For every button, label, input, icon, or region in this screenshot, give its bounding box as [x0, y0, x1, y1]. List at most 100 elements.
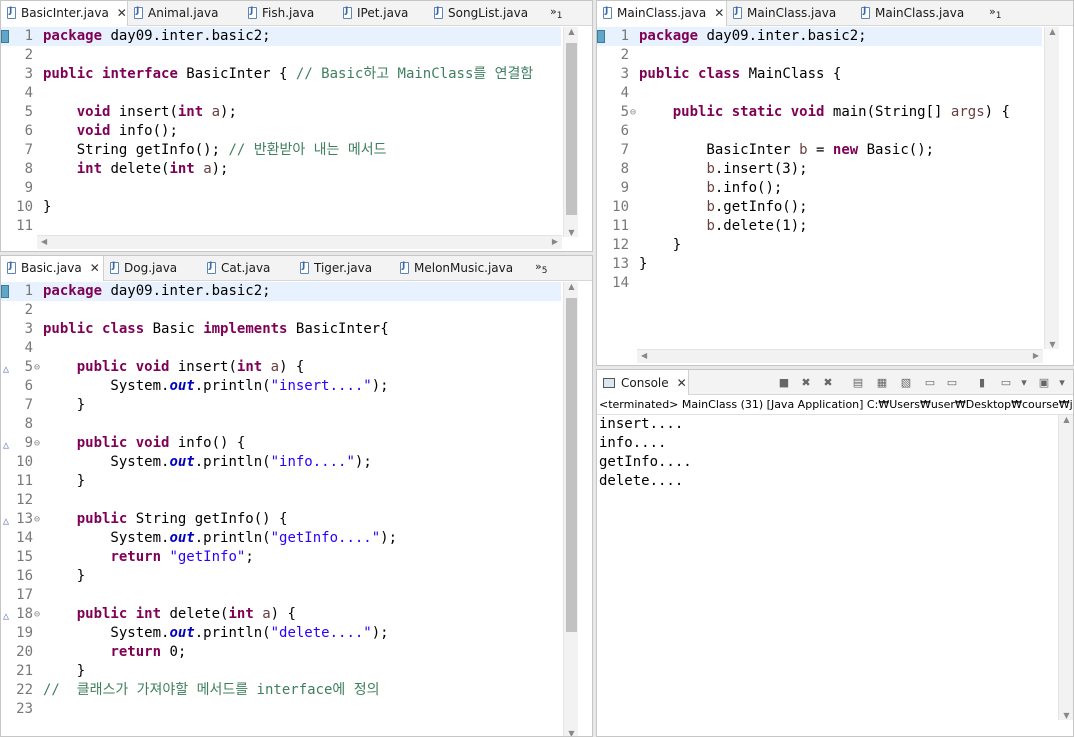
java-file-icon: [110, 261, 119, 274]
code-area[interactable]: 1 package day09.inter.basic2; 2 3 public i…: [1, 27, 561, 236]
code-line: 3 public interface BasicInter { // Basic하…: [24, 66, 534, 82]
code-line: △ 9 ⊖ public void info() {: [1, 434, 561, 453]
java-file-icon: [300, 261, 309, 274]
code-line: 2: [620, 47, 629, 63]
pin-console-icon[interactable]: ▮: [975, 376, 989, 390]
tab-tiger-java[interactable]: Tiger.java: [294, 256, 394, 281]
code-line: 2: [24, 302, 33, 318]
tab-mainclass-java-3[interactable]: MainClass.java: [855, 1, 985, 26]
code-line: 7 }: [24, 397, 86, 413]
code-line: 4: [620, 85, 629, 101]
fold-icon[interactable]: ⊖: [34, 434, 40, 453]
editor-tab-bar: MainClass.java✕ MainClass.java MainClass…: [597, 1, 1073, 26]
vertical-scrollbar[interactable]: ▲ ▼: [1058, 415, 1073, 720]
code-line: 1 package day09.inter.basic2;: [597, 27, 1042, 46]
chevron-double-right-icon[interactable]: »1: [989, 5, 1001, 21]
code-line: 8: [24, 416, 33, 432]
code-line: 2: [24, 47, 33, 63]
code-line: 6: [620, 123, 629, 139]
tab-console[interactable]: Console ✕: [597, 370, 689, 395]
console-line: getInfo....: [599, 454, 692, 470]
show-on-output-icon[interactable]: ▭: [923, 376, 937, 390]
java-file-icon: [248, 6, 257, 19]
close-icon[interactable]: ✕: [714, 6, 724, 20]
code-line: 19 System.out.println("delete....");: [16, 625, 389, 641]
close-icon[interactable]: ✕: [90, 261, 100, 275]
remove-launch-icon[interactable]: ✖: [799, 376, 813, 390]
java-file-icon: [207, 261, 216, 274]
java-file-icon: [7, 261, 16, 274]
vertical-scrollbar[interactable]: ▲ ▼: [563, 282, 578, 736]
java-file-icon: [400, 261, 409, 274]
java-file-icon: [861, 6, 870, 19]
terminate-icon[interactable]: ■: [777, 376, 791, 390]
display-console-icon[interactable]: ▭: [999, 376, 1013, 390]
tab-dog-java[interactable]: Dog.java: [104, 256, 201, 281]
java-file-icon: [603, 6, 612, 19]
code-line: △ 5 ⊖ public void insert(int a) {: [1, 358, 561, 377]
vertical-scrollbar[interactable]: ▲ ▼: [563, 27, 578, 237]
vertical-scrollbar[interactable]: ▲ ▼: [1044, 27, 1059, 349]
clear-console-icon[interactable]: ▤: [851, 376, 865, 390]
code-area[interactable]: 1 package day09.inter.basic2; 2 3 public c…: [1, 282, 561, 719]
editor-pane-basic: Basic.java✕ Dog.java Cat.java Tiger.java…: [0, 255, 593, 737]
code-line: 11: [16, 218, 33, 234]
code-line: △ 13 ⊖ public String getInfo() {: [1, 510, 561, 529]
horizontal-scrollbar[interactable]: ◀ ▶: [637, 349, 1043, 363]
tab-basic-java[interactable]: Basic.java✕: [1, 256, 104, 281]
editor-tab-bar: BasicInter.java✕ Animal.java Fish.java I…: [1, 1, 592, 26]
code-line: 13}: [612, 256, 648, 272]
java-file-icon: [134, 6, 143, 19]
tab-fish-java[interactable]: Fish.java: [242, 1, 337, 26]
code-line: 21 }: [16, 663, 86, 679]
scroll-lock-icon[interactable]: ▦: [875, 376, 889, 390]
code-line: 23: [16, 701, 33, 717]
tab-ipet-java[interactable]: IPet.java: [337, 1, 428, 26]
show-on-error-icon[interactable]: ▭: [945, 376, 959, 390]
code-line: 1 package day09.inter.basic2;: [1, 27, 561, 46]
code-line: 12 }: [612, 237, 682, 253]
editor-tab-bar: Basic.java✕ Dog.java Cat.java Tiger.java…: [1, 256, 592, 281]
view-menu-icon[interactable]: ▾: [1055, 376, 1069, 390]
code-line: 9: [24, 180, 33, 196]
editor-pane-mainclass: MainClass.java✕ MainClass.java MainClass…: [596, 0, 1074, 366]
code-line: 4: [24, 85, 33, 101]
console-line: insert....: [599, 416, 684, 432]
code-line: △ 18 ⊖ public int delete(int a) {: [1, 605, 561, 624]
fold-icon[interactable]: ⊖: [34, 510, 40, 529]
code-line: 17: [16, 587, 33, 603]
code-area[interactable]: 1 package day09.inter.basic2; 2 3 public c…: [597, 27, 1042, 293]
fold-icon[interactable]: ⊖: [630, 103, 636, 122]
console-output[interactable]: insert.... info.... getInfo.... delete..…: [599, 415, 692, 491]
fold-icon[interactable]: ⊖: [34, 605, 40, 624]
console-icon: [603, 377, 615, 388]
close-icon[interactable]: ✕: [677, 376, 687, 390]
java-file-icon: [733, 6, 742, 19]
tab-animal-java[interactable]: Animal.java: [128, 1, 242, 26]
tab-mainclass-java-2[interactable]: MainClass.java: [727, 1, 855, 26]
console-toolbar: Console ✕ ■ ✖ ✖ ▤ ▦ ▧ ▭ ▭ ▮ ▭ ▾ ▣ ▾: [597, 370, 1073, 395]
code-line: 12: [16, 492, 33, 508]
chevron-double-right-icon[interactable]: »1: [550, 5, 562, 21]
code-line: 8 int delete(int a);: [24, 161, 229, 177]
code-line: 4: [24, 340, 33, 356]
chevron-double-right-icon[interactable]: »5: [535, 260, 547, 276]
horizontal-scrollbar[interactable]: ◀ ▶: [37, 235, 562, 249]
editor-pane-basicinter: BasicInter.java✕ Animal.java Fish.java I…: [0, 0, 593, 252]
open-console-icon[interactable]: ▣: [1037, 376, 1051, 390]
code-line: 11 }: [16, 473, 86, 489]
java-file-icon: [434, 6, 443, 19]
remove-all-launches-icon[interactable]: ✖: [821, 376, 835, 390]
console-line: delete....: [599, 473, 684, 489]
close-icon[interactable]: ✕: [117, 6, 127, 20]
tab-songlist-java[interactable]: SongList.java: [428, 1, 546, 26]
tab-mainclass-java[interactable]: MainClass.java✕: [597, 1, 727, 26]
tab-melonmusic-java[interactable]: MelonMusic.java: [394, 256, 531, 281]
tab-cat-java[interactable]: Cat.java: [201, 256, 294, 281]
chevron-down-icon[interactable]: ▾: [1017, 376, 1031, 390]
fold-icon[interactable]: ⊖: [34, 358, 40, 377]
tab-basicinter-java[interactable]: BasicInter.java✕: [1, 1, 128, 26]
code-line: 5 ⊖ public static void main(String[] args…: [620, 103, 1010, 122]
word-wrap-icon[interactable]: ▧: [899, 376, 913, 390]
code-line: 6 void info();: [24, 123, 178, 139]
